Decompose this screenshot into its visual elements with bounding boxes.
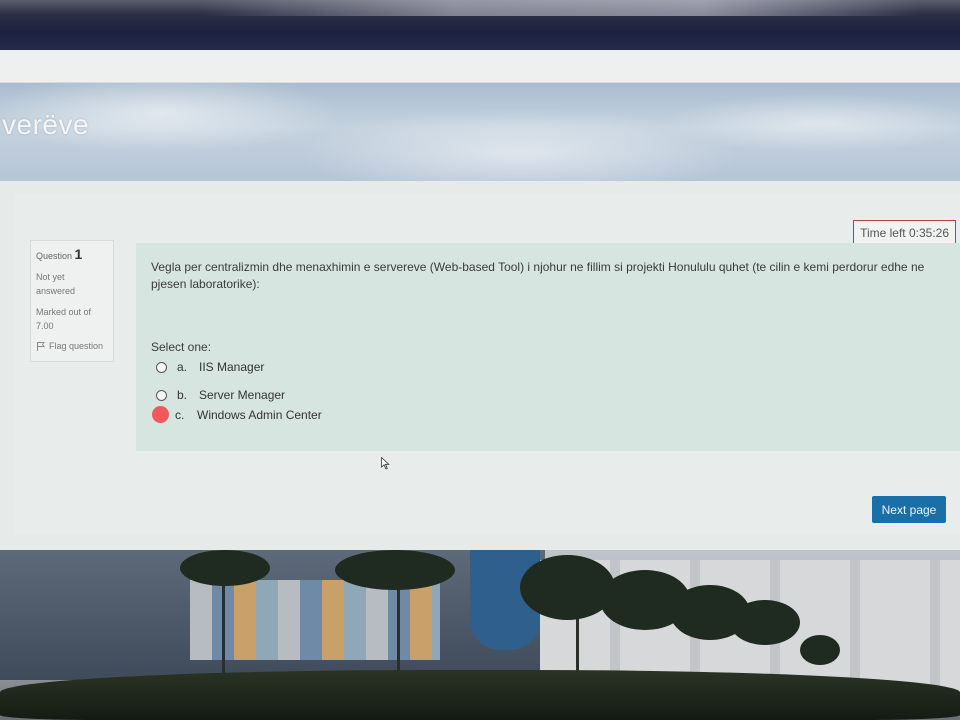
radio-button[interactable] <box>156 389 167 401</box>
marked-line-2: 7.00 <box>36 321 54 331</box>
flag-question-link[interactable]: Flag question <box>36 339 108 353</box>
status-line-1: Not yet <box>36 272 65 282</box>
tree <box>335 550 455 590</box>
answer-option-a[interactable]: a. IIS Manager <box>156 360 264 374</box>
flag-question-label: Flag question <box>49 341 104 351</box>
question-grade: Marked out of 7.00 <box>36 305 108 333</box>
next-page-button[interactable]: Next page <box>872 496 946 523</box>
question-status: Not yet answered <box>36 270 108 298</box>
option-label: Server Menager <box>199 388 286 402</box>
tree <box>520 555 615 620</box>
site-navbar <box>0 50 960 83</box>
screen-glare <box>200 0 920 16</box>
quiz-page: Time left 0:35:26 Question 1 Not yet ans… <box>14 195 960 535</box>
option-letter: b. <box>177 388 188 402</box>
question-number: Question 1 <box>36 247 108 263</box>
select-one-prompt: Select one: <box>151 340 212 354</box>
option-letter: c. <box>175 407 185 422</box>
option-label: Windows Admin Center <box>197 407 322 422</box>
tree <box>180 550 270 586</box>
marked-line-1: Marked out of <box>36 307 92 317</box>
course-title: verëve <box>2 109 90 140</box>
answer-option-b[interactable]: b. Server Menager <box>156 388 285 402</box>
course-header-banner: verëve <box>0 83 960 181</box>
question-number-value: 1 <box>74 246 83 262</box>
mouse-cursor-icon <box>381 457 390 470</box>
status-line-2: answered <box>36 286 76 296</box>
answer-option-c[interactable]: c. Windows Admin Center <box>152 406 322 423</box>
radio-button-selected[interactable] <box>152 406 169 423</box>
radio-button[interactable] <box>156 361 167 373</box>
question-text: Vegla per centralizmin dhe menaxhimin e … <box>151 260 925 291</box>
question-content: Vegla per centralizmin dhe menaxhimin e … <box>136 243 960 451</box>
flag-icon <box>37 342 45 351</box>
bush <box>0 670 960 720</box>
question-label: Question <box>36 251 73 261</box>
option-letter: a. <box>177 360 188 374</box>
tree <box>800 635 840 665</box>
option-label: IIS Manager <box>199 360 265 374</box>
question-info-panel: Question 1 Not yet answered Marked out o… <box>30 240 114 362</box>
campus-photo-background <box>0 550 960 720</box>
colored-panels <box>190 580 440 660</box>
tree <box>730 600 800 645</box>
